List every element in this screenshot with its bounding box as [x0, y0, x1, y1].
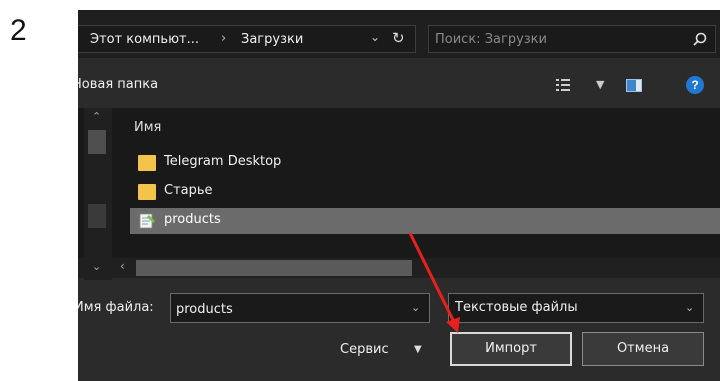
service-dropdown-icon[interactable]: ▼ — [414, 344, 422, 355]
search-input[interactable] — [435, 29, 675, 49]
scroll-left-icon[interactable]: ‹ — [120, 259, 125, 273]
list-item[interactable]: Telegram Desktop — [130, 150, 720, 176]
file-name: Telegram Desktop — [164, 154, 282, 169]
file-name: products — [164, 212, 221, 227]
view-dropdown-icon[interactable]: ▼ — [596, 78, 604, 91]
filetype-select[interactable]: Текстовые файлы ⌄ — [448, 293, 704, 323]
address-row: Этот компьют... › Загрузки ⌄ ↻ — [78, 10, 720, 58]
scrollbar-thumb[interactable] — [88, 130, 106, 154]
preview-pane-icon[interactable] — [626, 79, 642, 92]
filetype-value: Текстовые файлы — [455, 300, 578, 315]
breadcrumb-downloads[interactable]: Загрузки — [241, 32, 303, 47]
text-file-icon — [139, 213, 155, 229]
import-button[interactable]: Импорт — [450, 332, 572, 366]
filename-field[interactable]: ⌄ — [170, 293, 430, 323]
filename-label: Имя файла: — [78, 300, 154, 315]
list-item-selected[interactable]: products — [130, 208, 720, 234]
list-item[interactable]: Старье — [130, 179, 720, 205]
scroll-down-icon[interactable]: ⌄ — [92, 260, 101, 273]
breadcrumb-this-pc[interactable]: Этот компьют... — [90, 32, 199, 47]
scrollbar-track[interactable] — [88, 204, 106, 228]
file-name: Старье — [164, 183, 213, 198]
filename-dropdown-icon[interactable]: ⌄ — [411, 301, 420, 314]
address-dropdown-icon[interactable]: ⌄ — [370, 30, 380, 44]
column-header-name[interactable]: Имя — [134, 120, 161, 135]
file-open-dialog: Этот компьют... › Загрузки ⌄ ↻ Новая пап… — [78, 10, 720, 381]
horizontal-scrollbar[interactable]: ⌄ ‹ — [78, 258, 720, 278]
filename-input[interactable] — [176, 299, 396, 319]
breadcrumb-separator-icon: › — [221, 31, 227, 46]
refresh-icon[interactable]: ↻ — [392, 29, 405, 47]
new-folder-button[interactable]: Новая папка — [78, 77, 158, 92]
folder-icon — [138, 155, 156, 171]
help-icon[interactable]: ? — [686, 76, 704, 94]
search-box[interactable] — [428, 25, 716, 53]
cancel-button[interactable]: Отмена — [582, 332, 704, 366]
folder-icon — [138, 184, 156, 200]
scroll-up-icon[interactable]: ⌃ — [92, 110, 101, 123]
search-icon[interactable] — [689, 29, 711, 51]
filetype-dropdown-icon[interactable]: ⌄ — [685, 301, 694, 314]
address-bar[interactable]: Этот компьют... › Загрузки ⌄ ↻ — [78, 25, 416, 53]
horizontal-scrollbar-thumb[interactable] — [136, 260, 412, 276]
step-number: 2 — [10, 14, 27, 47]
service-button[interactable]: Сервис — [340, 342, 389, 357]
view-options-icon[interactable] — [556, 78, 570, 92]
toolbar: Новая папка ▼ ? — [78, 68, 720, 104]
vertical-scrollbar[interactable]: ⌃ — [84, 108, 112, 280]
